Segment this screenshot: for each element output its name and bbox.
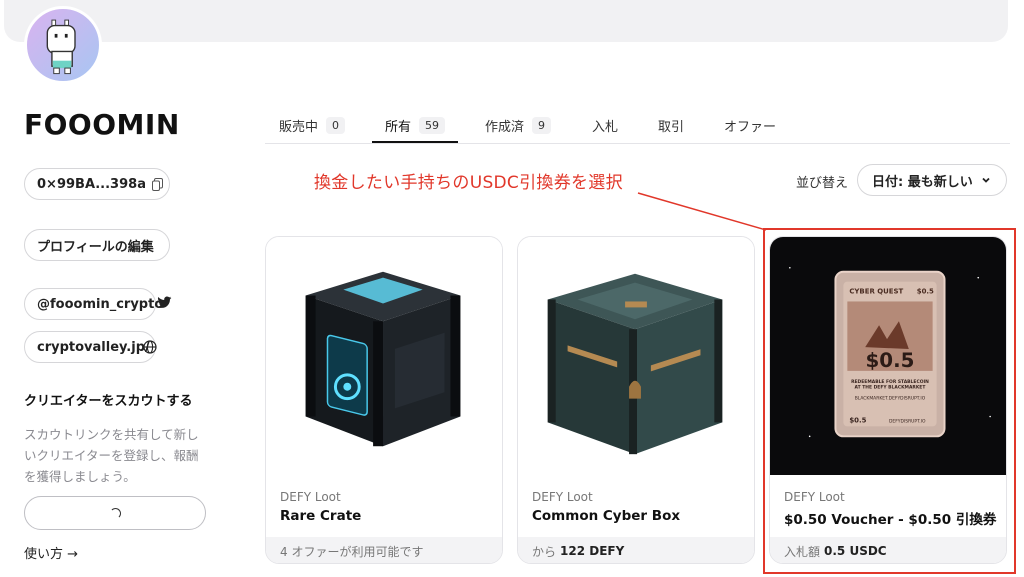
twitter-link[interactable]: @fooomin_crypto (24, 288, 163, 320)
sort-selected-value: 日付: 最も新しい (872, 174, 973, 190)
loading-spinner-icon (109, 507, 121, 519)
chevron-down-icon (982, 177, 990, 183)
tab-label: 作成済 (485, 120, 525, 135)
tab-count-badge: 0 (326, 117, 346, 134)
annotation-highlight-box (763, 228, 1016, 574)
wallet-address-text: 0×99BA...398a (37, 176, 146, 192)
scout-creators-heading: クリエイターをスカウトする (24, 394, 193, 409)
item-collection: DEFY Loot (280, 490, 341, 504)
annotation-text: 換金したい手持ちのUSDC引換券を選択 (314, 173, 623, 193)
twitter-icon[interactable] (157, 296, 172, 309)
website-link[interactable]: cryptovalley.jp/ (24, 331, 156, 363)
item-price: 122 DEFY (560, 544, 625, 558)
tab-label: オファー (724, 120, 777, 135)
tab-offers[interactable]: オファー (724, 116, 776, 135)
globe-icon[interactable] (143, 340, 157, 354)
nft-card-rare-crate[interactable]: DEFY Loot Rare Crate 4 オファーが利用可能です (265, 236, 503, 564)
item-footer: 4 オファーが利用可能です (266, 537, 502, 563)
copy-icon[interactable] (151, 177, 163, 191)
wallet-address-button[interactable]: 0×99BA...398a (24, 168, 170, 200)
tab-label: 所有 (385, 120, 412, 135)
moomin-avatar-image (46, 19, 76, 75)
profile-username: FOOOMIN (24, 108, 180, 141)
rare-crate-image (266, 237, 502, 475)
edit-profile-button[interactable]: プロフィールの編集 (24, 229, 170, 261)
sort-dropdown[interactable]: 日付: 最も新しい (857, 164, 1007, 196)
nft-card-common-cyber-box[interactable]: DEFY Loot Common Cyber Box から 122 DEFY (517, 236, 755, 564)
scout-link-button[interactable] (24, 496, 206, 530)
item-name: Rare Crate (280, 508, 362, 524)
tab-created[interactable]: 作成済 9 (485, 116, 552, 135)
item-name: Common Cyber Box (532, 508, 681, 524)
tab-label: 販売中 (279, 120, 319, 135)
tab-transactions[interactable]: 取引 (658, 116, 684, 135)
common-cyber-box-image (518, 237, 754, 475)
tab-label: 取引 (658, 120, 685, 135)
item-price-prefix: から (532, 544, 557, 559)
scout-creators-description: スカウトリンクを共有して新しいクリエイターを登録し、報酬を獲得しましょう。 (24, 427, 199, 484)
tab-on-sale[interactable]: 販売中 0 (279, 116, 346, 135)
tab-owned[interactable]: 所有 59 (385, 116, 446, 135)
how-to-link[interactable]: 使い方 → (24, 543, 78, 562)
item-footer: から 122 DEFY (518, 537, 754, 563)
active-tab-indicator (372, 141, 458, 143)
profile-banner (4, 0, 1008, 42)
tab-bids[interactable]: 入札 (592, 116, 618, 135)
sort-label: 並び替え (796, 176, 849, 191)
item-collection: DEFY Loot (532, 490, 593, 504)
tab-count-badge: 59 (419, 117, 446, 134)
tab-label: 入札 (592, 120, 619, 135)
avatar[interactable] (24, 6, 102, 84)
item-offer-info: 4 オファーが利用可能です (280, 544, 424, 559)
tab-count-badge: 9 (532, 117, 552, 134)
profile-tabs: 販売中 0 所有 59 作成済 9 入札 取引 オファー (265, 110, 1010, 144)
